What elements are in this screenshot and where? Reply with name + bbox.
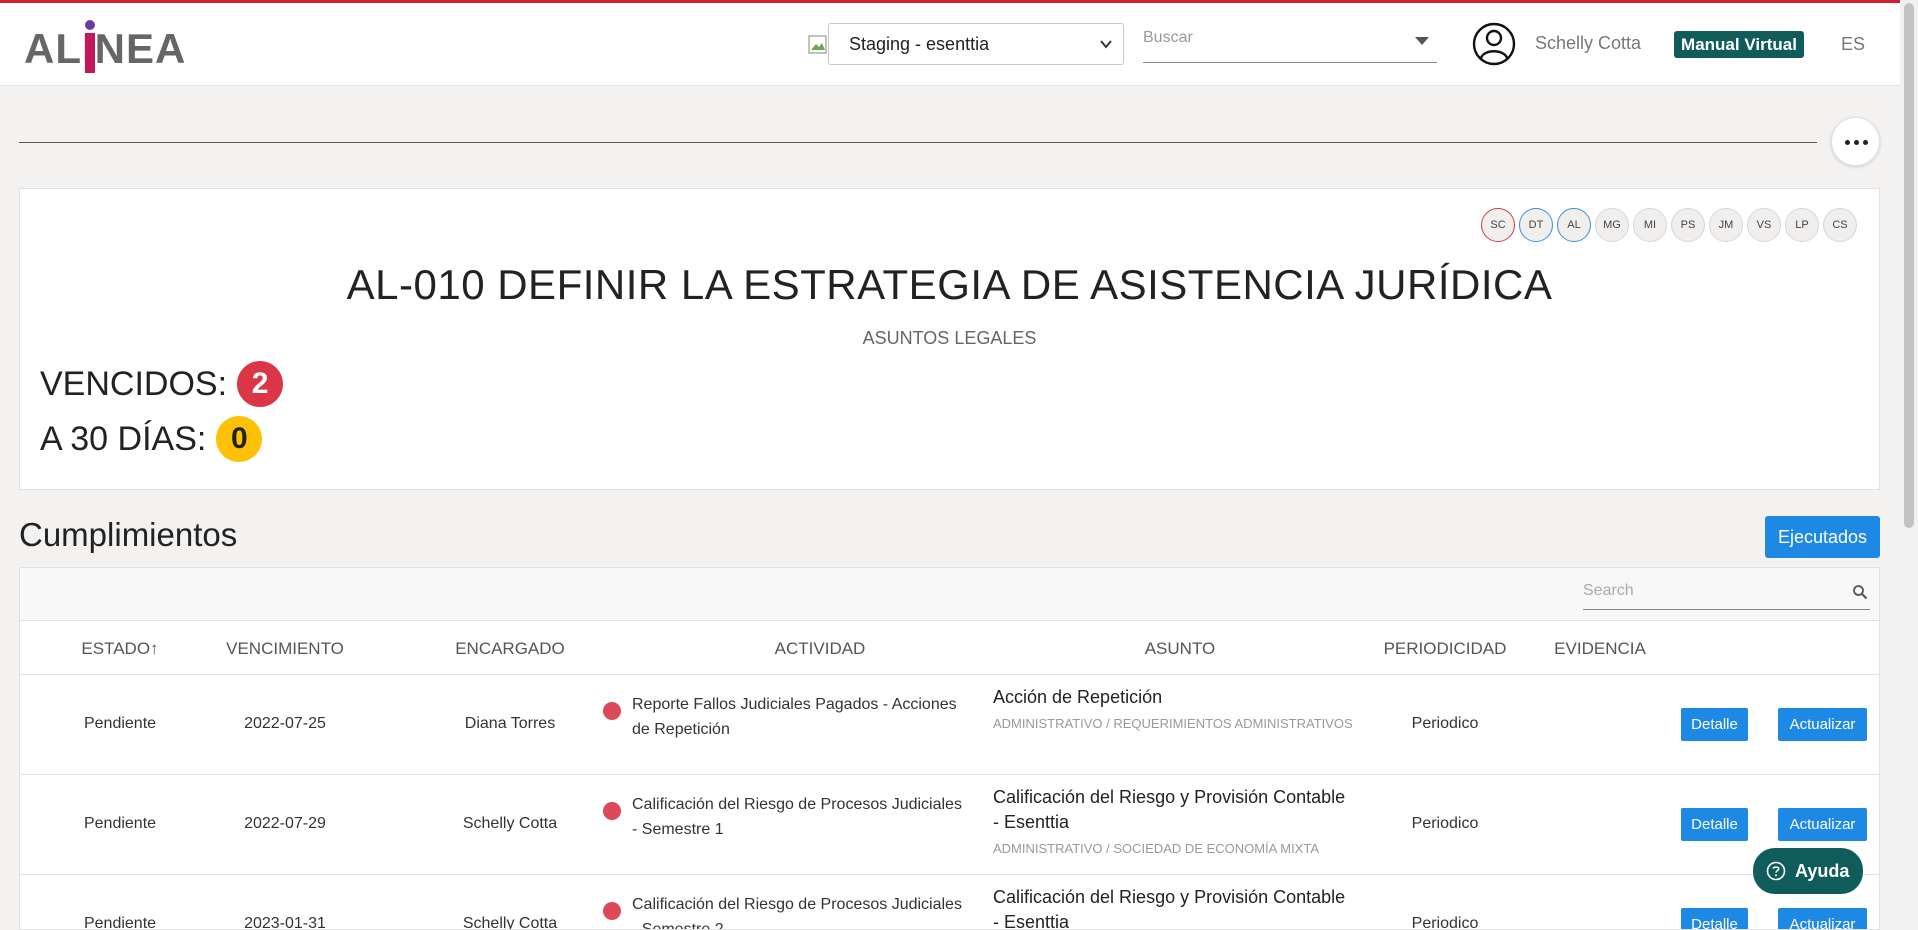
more-options-button[interactable] <box>1831 117 1880 166</box>
detalle-button[interactable]: Detalle <box>1681 708 1748 741</box>
vencidos-stat: VENCIDOS: 2 <box>40 361 284 407</box>
table-header: ESTADO↑ VENCIMIENTO ENCARGADO ACTIVIDAD … <box>20 620 1879 675</box>
a30-count-badge: 0 <box>216 416 263 462</box>
cell-asunto: Calificación del Riesgo y Provisión Cont… <box>993 785 1353 862</box>
more-dot-icon <box>1845 140 1850 145</box>
user-name[interactable]: Schelly Cotta <box>1535 33 1641 54</box>
scrollbar-thumb[interactable] <box>1904 3 1914 528</box>
participant-avatar[interactable]: AL <box>1557 208 1591 242</box>
cell-encargado: Schelly Cotta <box>462 815 558 832</box>
column-header-periodicidad[interactable]: PERIODICIDAD <box>1360 639 1530 659</box>
divider <box>19 142 1817 143</box>
section-title: Cumplimientos <box>19 516 238 553</box>
cumplimientos-table: ESTADO↑ VENCIMIENTO ENCARGADO ACTIVIDAD … <box>19 567 1880 930</box>
actividad-text: Reporte Fallos Judiciales Pagados - Acci… <box>632 696 957 738</box>
status-dot <box>603 902 621 920</box>
cell-vencimiento: 2022-07-25 <box>244 715 326 732</box>
table-search-input[interactable] <box>1583 576 1833 600</box>
page-scrollbar[interactable] <box>1900 0 1918 930</box>
broken-image-icon <box>808 35 827 54</box>
table-row: Pendiente 2023-01-31 Schelly Cotta Calif… <box>20 875 1879 930</box>
cell-estado: Pendiente <box>83 815 157 832</box>
column-header-actividad[interactable]: ACTIVIDAD <box>720 639 920 659</box>
cell-asunto: Acción de Repetición ADMINISTRATIVO / RE… <box>993 685 1353 737</box>
cell-vencimiento: 2023-01-31 <box>244 915 326 930</box>
participant-avatar[interactable]: VS <box>1747 208 1781 242</box>
manual-virtual-button[interactable]: Manual Virtual <box>1674 31 1804 58</box>
column-header-evidencia[interactable]: EVIDENCIA <box>1530 639 1670 659</box>
tenant-select-value: Staging - esenttia <box>849 34 990 54</box>
asunto-category: ADMINISTRATIVO / SOCIEDAD DE ECONOMÍA MI… <box>993 841 1319 856</box>
help-icon <box>1766 861 1786 881</box>
table-row: Pendiente 2022-07-25 Diana Torres Report… <box>20 675 1879 775</box>
detalle-button[interactable]: Detalle <box>1681 808 1748 841</box>
search-icon[interactable] <box>1852 584 1868 600</box>
page-title: AL-010 DEFINIR LA ESTRATEGIA DE ASISTENC… <box>346 261 1553 308</box>
participant-avatar[interactable]: JM <box>1709 208 1743 242</box>
participant-avatar[interactable]: DT <box>1519 208 1553 242</box>
table-search[interactable] <box>1583 576 1870 610</box>
column-header-encargado[interactable]: ENCARGADO <box>430 639 590 659</box>
cell-periodicidad: Periodico <box>1411 815 1479 832</box>
actividad-text: Calificación del Riesgo de Procesos Judi… <box>632 796 962 838</box>
cell-periodicidad: Periodico <box>1411 915 1479 930</box>
cell-encargado: Diana Torres <box>464 715 556 732</box>
tenant-select[interactable]: Staging - esenttia <box>828 23 1124 65</box>
vencidos-count-badge: 2 <box>237 361 284 407</box>
actualizar-button[interactable]: Actualizar <box>1778 808 1867 841</box>
vencidos-label: VENCIDOS: <box>40 364 228 403</box>
actividad-text: Calificación del Riesgo de Procesos Judi… <box>632 896 962 930</box>
user-avatar-icon[interactable] <box>1472 22 1516 66</box>
alinea-logo[interactable]: ALINEA <box>24 13 184 77</box>
process-card: SC DT AL MG MI PS JM VS LP CS AL-010 DEF… <box>19 188 1880 490</box>
chevron-down-icon <box>1100 40 1112 49</box>
participant-avatar[interactable]: MG <box>1595 208 1629 242</box>
actualizar-button[interactable]: Actualizar <box>1778 708 1867 741</box>
help-label: Ayuda <box>1795 861 1850 881</box>
more-dot-icon <box>1863 140 1868 145</box>
participant-avatar[interactable]: LP <box>1785 208 1819 242</box>
participant-avatar[interactable]: SC <box>1481 208 1515 242</box>
cell-actividad: Reporte Fallos Judiciales Pagados - Acci… <box>603 692 963 742</box>
participant-avatar[interactable]: MI <box>1633 208 1667 242</box>
asunto-title: Acción de Repetición <box>993 687 1163 707</box>
navbar: ALINEA Staging - esenttia Schelly Cotta … <box>0 3 1900 86</box>
caret-down-icon[interactable] <box>1415 37 1429 45</box>
asunto-category: ADMINISTRATIVO / REQUERIMIENTOS ADMINIST… <box>993 716 1353 731</box>
more-dot-icon <box>1854 140 1859 145</box>
logo-accent-bar <box>85 33 95 73</box>
cell-encargado: Schelly Cotta <box>462 915 558 930</box>
cell-periodicidad: Periodico <box>1411 715 1479 732</box>
cell-vencimiento: 2022-07-29 <box>244 815 326 832</box>
status-dot <box>603 702 621 720</box>
cell-actividad: Calificación del Riesgo de Procesos Judi… <box>603 892 963 930</box>
help-button[interactable]: Ayuda <box>1753 848 1863 894</box>
global-search-input[interactable] <box>1143 23 1393 47</box>
cell-asunto: Calificación del Riesgo y Provisión Cont… <box>993 885 1353 930</box>
column-header-vencimiento[interactable]: VENCIMIENTO <box>210 639 360 659</box>
page-subtitle: ASUNTOS LEGALES <box>862 328 1037 348</box>
column-header-asunto[interactable]: ASUNTO <box>1080 639 1280 659</box>
cell-estado: Pendiente <box>83 715 157 732</box>
status-dot <box>603 802 621 820</box>
ejecutados-button[interactable]: Ejecutados <box>1765 516 1880 558</box>
logo-accent-dot <box>85 20 95 30</box>
participant-avatar[interactable]: PS <box>1671 208 1705 242</box>
participant-avatar[interactable]: CS <box>1823 208 1857 242</box>
language-selector[interactable]: ES <box>1841 34 1865 55</box>
asunto-title: Calificación del Riesgo y Provisión Cont… <box>993 887 1346 930</box>
detalle-button[interactable]: Detalle <box>1681 908 1748 929</box>
participant-avatars: SC DT AL MG MI PS JM VS LP CS <box>1481 208 1857 242</box>
asunto-title: Calificación del Riesgo y Provisión Cont… <box>993 787 1346 832</box>
logo-text: ALINEA <box>24 25 184 72</box>
cell-actividad: Calificación del Riesgo de Procesos Judi… <box>603 792 963 842</box>
cell-estado: Pendiente <box>83 915 157 930</box>
global-search[interactable] <box>1143 23 1437 63</box>
a30-label: A 30 DÍAS: <box>40 419 207 458</box>
table-row: Pendiente 2022-07-29 Schelly Cotta Calif… <box>20 775 1879 875</box>
actualizar-button[interactable]: Actualizar <box>1778 908 1867 929</box>
table-toolbar <box>20 568 1879 621</box>
a30-stat: A 30 DÍAS: 0 <box>40 416 263 462</box>
column-header-estado[interactable]: ESTADO↑ <box>50 639 190 659</box>
